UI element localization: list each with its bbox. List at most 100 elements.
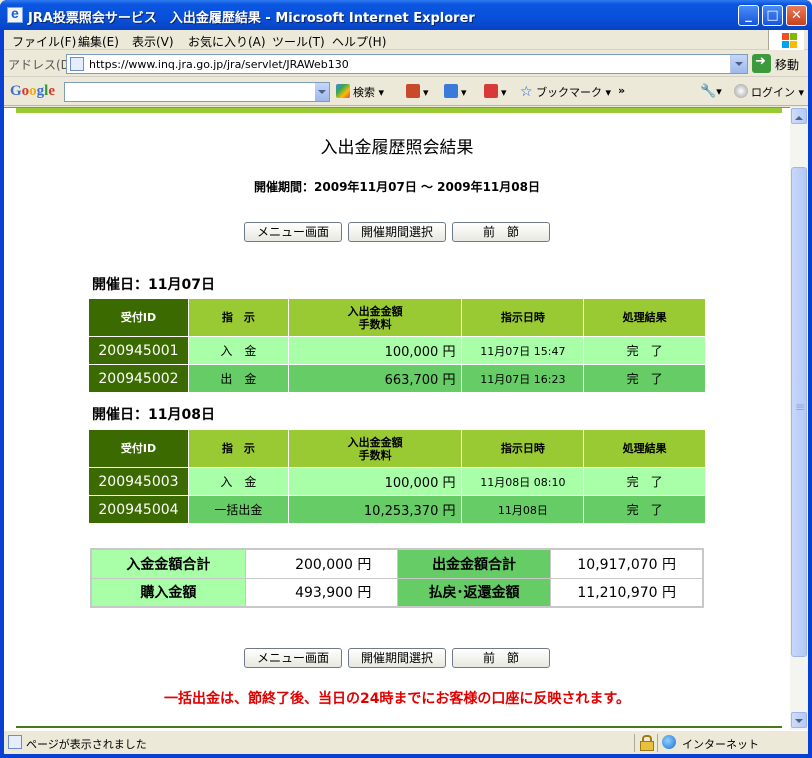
header-datetime: 指示日時 — [461, 429, 585, 468]
menu-help[interactable]: ヘルプ(H) — [332, 33, 386, 50]
menu-favorites[interactable]: お気に入り(A) — [188, 33, 266, 50]
result: 完 了 — [583, 364, 706, 393]
status-divider — [657, 734, 658, 752]
login-label: ログイン — [751, 86, 795, 99]
google-logo: Google — [10, 83, 56, 99]
header-amount-line2: 手数料 — [358, 317, 392, 331]
maximize-button[interactable]: □ — [762, 5, 783, 26]
menu-tools[interactable]: ツール(T) — [272, 33, 325, 50]
datetime: 11月08日 — [461, 495, 585, 524]
previous-section-button[interactable]: 前 節 — [452, 648, 550, 668]
scroll-down-icon[interactable] — [791, 712, 807, 728]
history-table-day2: 受付ID 指 示 入出金金額 手数料 指示日時 処理結果 200945003 入 … — [88, 429, 706, 524]
result: 完 了 — [583, 467, 706, 496]
user-circle-icon — [734, 84, 748, 98]
google-toolbar: Google 検索 ▾ ▾ ▾ ▾ ☆ ブックマーク ▾ » 🔧▾ ログイン ▾ — [4, 78, 808, 106]
browser-window: JRA投票照会サービス 入出金履歴結果 - Microsoft Internet… — [0, 0, 812, 758]
period-select-button[interactable]: 開催期間選択 — [348, 648, 446, 668]
vertical-scrollbar[interactable] — [790, 107, 808, 730]
lock-icon[interactable] — [640, 735, 654, 751]
table-row: 200945004 一括出金 10,253,370 円 11月08日 完 了 — [88, 495, 706, 524]
instruction: 一括出金 — [187, 495, 289, 524]
news-button[interactable]: ▾ — [406, 84, 429, 99]
datetime: 11月07日 15:47 — [461, 336, 585, 365]
address-input[interactable]: https://www.inq.jra.go.jp/jra/servlet/JR… — [66, 54, 748, 74]
table-header-row: 受付ID 指 示 入出金金額 手数料 指示日時 処理結果 — [88, 429, 706, 468]
menu-file[interactable]: ファイル(F) — [12, 33, 76, 50]
amount: 10,253,370 円 — [287, 495, 463, 524]
receipt-id: 200945003 — [88, 467, 189, 496]
close-button[interactable]: ✕ — [786, 5, 807, 26]
day-title: 開催日：11月08日 — [92, 407, 215, 423]
ie-icon — [7, 5, 23, 23]
bookmark-button[interactable]: ☆ ブックマーク ▾ — [520, 84, 611, 100]
go-button[interactable]: 移動 — [775, 56, 799, 73]
wrench-button[interactable]: 🔧▾ — [700, 84, 722, 99]
address-dropdown-icon[interactable] — [730, 55, 747, 73]
amount: 100,000 円 — [287, 467, 463, 496]
amount: 100,000 円 — [287, 336, 463, 365]
period-text: 開催期間：2009年11月07日 ～ 2009年11月08日 — [254, 180, 540, 194]
bookmark-label: ブックマーク — [536, 86, 603, 99]
receipt-id: 200945002 — [88, 364, 189, 393]
go-arrow-icon[interactable] — [752, 54, 771, 73]
page-done-icon — [8, 735, 22, 749]
google-search-button[interactable]: 検索 ▾ — [336, 84, 384, 100]
header-id: 受付ID — [88, 429, 189, 468]
wrench-icon: 🔧 — [700, 84, 717, 99]
deposit-total-label: 入金金額合計 — [90, 548, 246, 579]
table-row: 200945002 出 金 663,700 円 11月07日 16:23 完 了 — [88, 364, 706, 393]
bottom-divider — [16, 726, 782, 728]
instruction: 入 金 — [187, 467, 289, 496]
totals-table: 入金金額合計 200,000 円 出金金額合計 10,917,070 円 購入金… — [90, 548, 704, 608]
menu-view[interactable]: 表示(V) — [132, 33, 174, 50]
popup-blocker-button[interactable]: ▾ — [484, 84, 507, 99]
search-dropdown-icon[interactable] — [315, 83, 329, 101]
window-client: ファイル(F) 編集(E) 表示(V) お気に入り(A) ツール(T) ヘルプ(… — [4, 30, 808, 754]
instruction: 出 金 — [187, 364, 289, 393]
scroll-up-icon[interactable] — [791, 108, 807, 124]
menu-edit[interactable]: 編集(E) — [78, 33, 119, 50]
menu-screen-button[interactable]: メニュー画面 — [244, 222, 342, 242]
popup-blocker-icon — [484, 84, 498, 98]
google-search-label: 検索 — [353, 86, 375, 99]
plus-icon — [444, 84, 458, 98]
history-table-day1: 受付ID 指 示 入出金金額 手数料 指示日時 処理結果 200945001 入 … — [88, 298, 706, 393]
table-row: 200945003 入 金 100,000 円 11月08日 08:10 完 了 — [88, 467, 706, 496]
menu-bar: ファイル(F) 編集(E) 表示(V) お気に入り(A) ツール(T) ヘルプ(… — [4, 30, 808, 50]
status-divider — [634, 734, 635, 752]
period-select-button[interactable]: 開催期間選択 — [348, 222, 446, 242]
purchase-label: 購入金額 — [90, 577, 246, 608]
title-bar[interactable]: JRA投票照会サービス 入出金履歴結果 - Microsoft Internet… — [0, 0, 812, 30]
address-url[interactable]: https://www.inq.jra.go.jp/jra/servlet/JR… — [89, 58, 349, 71]
receipt-id: 200945001 — [88, 336, 189, 365]
datetime: 11月08日 08:10 — [461, 467, 585, 496]
header-id: 受付ID — [88, 298, 189, 337]
purchase-value: 493,900 円 — [244, 577, 399, 608]
page-icon — [70, 57, 84, 71]
notice-text: 一括出金は、節終了後、当日の24時までにお客様の口座に反映されます。 — [163, 691, 631, 707]
totals-row: 購入金額 493,900 円 払戻･返還金額 11,210,970 円 — [90, 577, 704, 608]
google-search-input[interactable] — [64, 82, 330, 102]
menu-screen-button[interactable]: メニュー画面 — [244, 648, 342, 668]
previous-section-button[interactable]: 前 節 — [452, 222, 550, 242]
result: 完 了 — [583, 495, 706, 524]
more-chevron-icon[interactable]: » — [618, 84, 625, 97]
minimize-button[interactable]: _ — [738, 5, 759, 26]
address-bar: アドレス(D) https://www.inq.jra.go.jp/jra/se… — [4, 51, 808, 77]
windows-logo-icon — [768, 30, 804, 50]
amount: 663,700 円 — [287, 364, 463, 393]
withdraw-total-label: 出金金額合計 — [397, 548, 551, 579]
receipt-id: 200945004 — [88, 495, 189, 524]
star-icon: ☆ — [520, 84, 533, 100]
result: 完 了 — [583, 336, 706, 365]
header-result: 処理結果 — [583, 429, 706, 468]
status-text: ページが表示されました — [26, 738, 147, 751]
scroll-thumb[interactable] — [791, 167, 807, 657]
header-amount-line2: 手数料 — [358, 448, 392, 462]
login-button[interactable]: ログイン ▾ — [734, 84, 804, 100]
header-amount: 入出金金額 手数料 — [287, 429, 463, 468]
header-datetime: 指示日時 — [461, 298, 585, 337]
plus-button[interactable]: ▾ — [444, 84, 467, 99]
refund-value: 11,210,970 円 — [549, 577, 704, 608]
